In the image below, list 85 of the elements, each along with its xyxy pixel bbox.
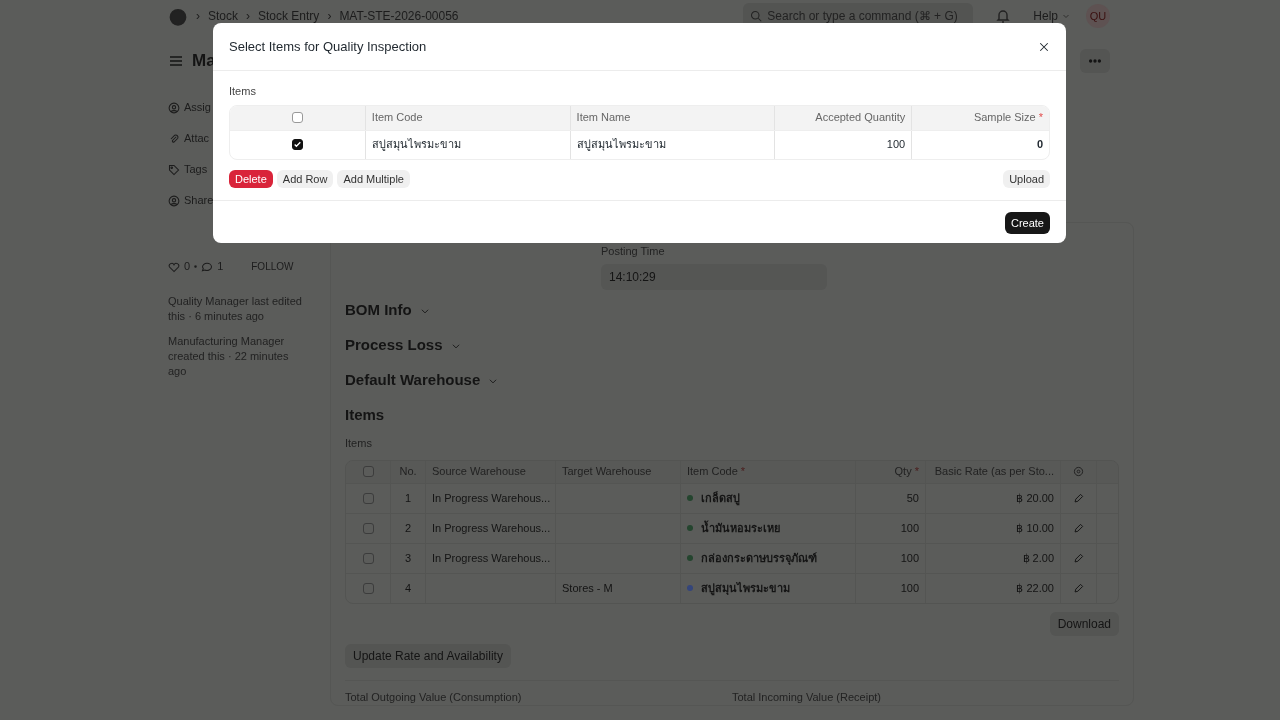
- section-heading[interactable]: BOM Info: [345, 299, 412, 322]
- table-cell-text: กล่องกระดาษบรรจุภัณฑ์: [701, 550, 817, 567]
- user-icon: [168, 101, 180, 114]
- delete-button[interactable]: Delete: [229, 169, 273, 188]
- table-button[interactable]: Add Row: [276, 169, 334, 188]
- checkbox[interactable]: [362, 582, 374, 594]
- row-number: 4: [404, 580, 412, 596]
- sidebar-action[interactable]: Tags: [184, 161, 208, 178]
- upload-button[interactable]: Upload: [1003, 169, 1050, 188]
- checkmark-icon: [292, 140, 302, 149]
- breadcrumb-separator: ›: [327, 8, 332, 25]
- bell-icon: [995, 8, 1012, 24]
- breadcrumb-link[interactable]: Stock: [208, 7, 238, 25]
- column-header: Sample Size *: [973, 110, 1043, 126]
- edit-icon: [1073, 492, 1084, 504]
- breadcrumb-separator: ›: [196, 8, 200, 25]
- column-header: Accepted Quantity: [815, 110, 906, 126]
- dialog-title: Select Items for Quality Inspection: [229, 37, 427, 56]
- download-button[interactable]: Download: [1049, 611, 1119, 636]
- table-cell-text: 100: [900, 580, 919, 596]
- table-cell-text: 50: [906, 490, 919, 506]
- section-heading[interactable]: Process Loss: [345, 334, 443, 357]
- heart-icon: [168, 260, 180, 273]
- breadcrumb-link[interactable]: MAT-STE-2026-00056: [339, 7, 459, 25]
- table-cell-text: เกล็ดสบู่: [701, 490, 740, 507]
- field-label: Total Incoming Value (Receipt): [732, 689, 882, 705]
- field-label: Total Outgoing Value (Consumption): [345, 689, 523, 705]
- checkbox[interactable]: [362, 552, 374, 564]
- close-icon[interactable]: [1038, 40, 1050, 53]
- sidebar-action[interactable]: Assig: [184, 99, 211, 116]
- table-label: Items: [345, 436, 373, 451]
- comment-count: 1: [217, 259, 224, 275]
- table-cell-text: สบู่สมุนไพรมะขาม: [701, 580, 790, 597]
- edit-icon: [1073, 552, 1084, 564]
- table-cell-text: In Progress Warehous...: [432, 550, 551, 566]
- edit-icon: [1073, 582, 1084, 594]
- checkbox[interactable]: [362, 492, 374, 504]
- table-cell-text: น้ำมันหอมระเหย: [701, 519, 780, 536]
- sidebar-action[interactable]: Share: [184, 192, 214, 209]
- table-cell-text: ฿ 2.00: [1022, 550, 1054, 566]
- section-heading[interactable]: Default Warehouse: [345, 369, 481, 392]
- checkbox[interactable]: [291, 112, 303, 123]
- more-button[interactable]: [1080, 49, 1110, 73]
- row-number: 1: [404, 490, 412, 506]
- row-number: 3: [404, 550, 412, 566]
- menu-icon: [168, 53, 184, 69]
- comment-icon: [201, 260, 214, 273]
- table-cell-text: In Progress Warehous...: [432, 520, 551, 536]
- table-cell-text: สบู่สมุนไพรมะขาม: [576, 137, 666, 153]
- tag-icon: [168, 163, 180, 176]
- create-button[interactable]: Create: [1004, 211, 1050, 234]
- table-cell-text: 100: [886, 137, 906, 153]
- section-heading: Items: [345, 405, 386, 426]
- checkbox[interactable]: [362, 522, 374, 534]
- row-number: 2: [404, 520, 412, 536]
- user-icon: [168, 194, 180, 207]
- update-button[interactable]: Update Rate and Availability: [345, 643, 511, 668]
- table-label: Items: [229, 84, 257, 99]
- column-header: Item Code: [371, 110, 423, 126]
- follow-link[interactable]: FOLLOW: [251, 259, 294, 274]
- paperclip-icon: [168, 132, 180, 145]
- separator-dot-icon: [194, 265, 198, 268]
- field-label: Posting Time: [601, 244, 666, 259]
- table-cell-text: In Progress Warehous...: [432, 490, 551, 506]
- breadcrumb-link[interactable]: Stock Entry: [258, 7, 320, 25]
- help-menu[interactable]: Help: [1033, 7, 1070, 25]
- table-cell-text: ฿ 10.00: [1016, 520, 1054, 536]
- sidebar-action[interactable]: Attac: [184, 130, 210, 147]
- breadcrumb-separator: ›: [246, 8, 250, 25]
- table-cell-text: ฿ 20.00: [1016, 490, 1054, 506]
- settings-icon: [1073, 466, 1084, 477]
- table-cell-text: 100: [900, 550, 919, 566]
- checkbox[interactable]: [291, 139, 303, 150]
- table-cell-text: สบู่สมุนไพรมะขาม: [371, 137, 461, 153]
- edit-icon: [1073, 522, 1084, 534]
- checkbox[interactable]: [362, 466, 374, 477]
- table-cell-text: 100: [900, 520, 919, 536]
- table-cell-text: Stores - M: [562, 580, 613, 596]
- column-header: Item Name: [576, 110, 631, 126]
- table-cell-text: ฿ 22.00: [1016, 580, 1054, 596]
- user-avatar[interactable]: QU: [1086, 4, 1110, 28]
- table-button[interactable]: Add Multiple: [337, 169, 410, 188]
- time-field[interactable]: 14:10:29: [601, 263, 827, 290]
- table-cell-text: 0: [1036, 137, 1043, 153]
- logo-icon: [168, 6, 188, 26]
